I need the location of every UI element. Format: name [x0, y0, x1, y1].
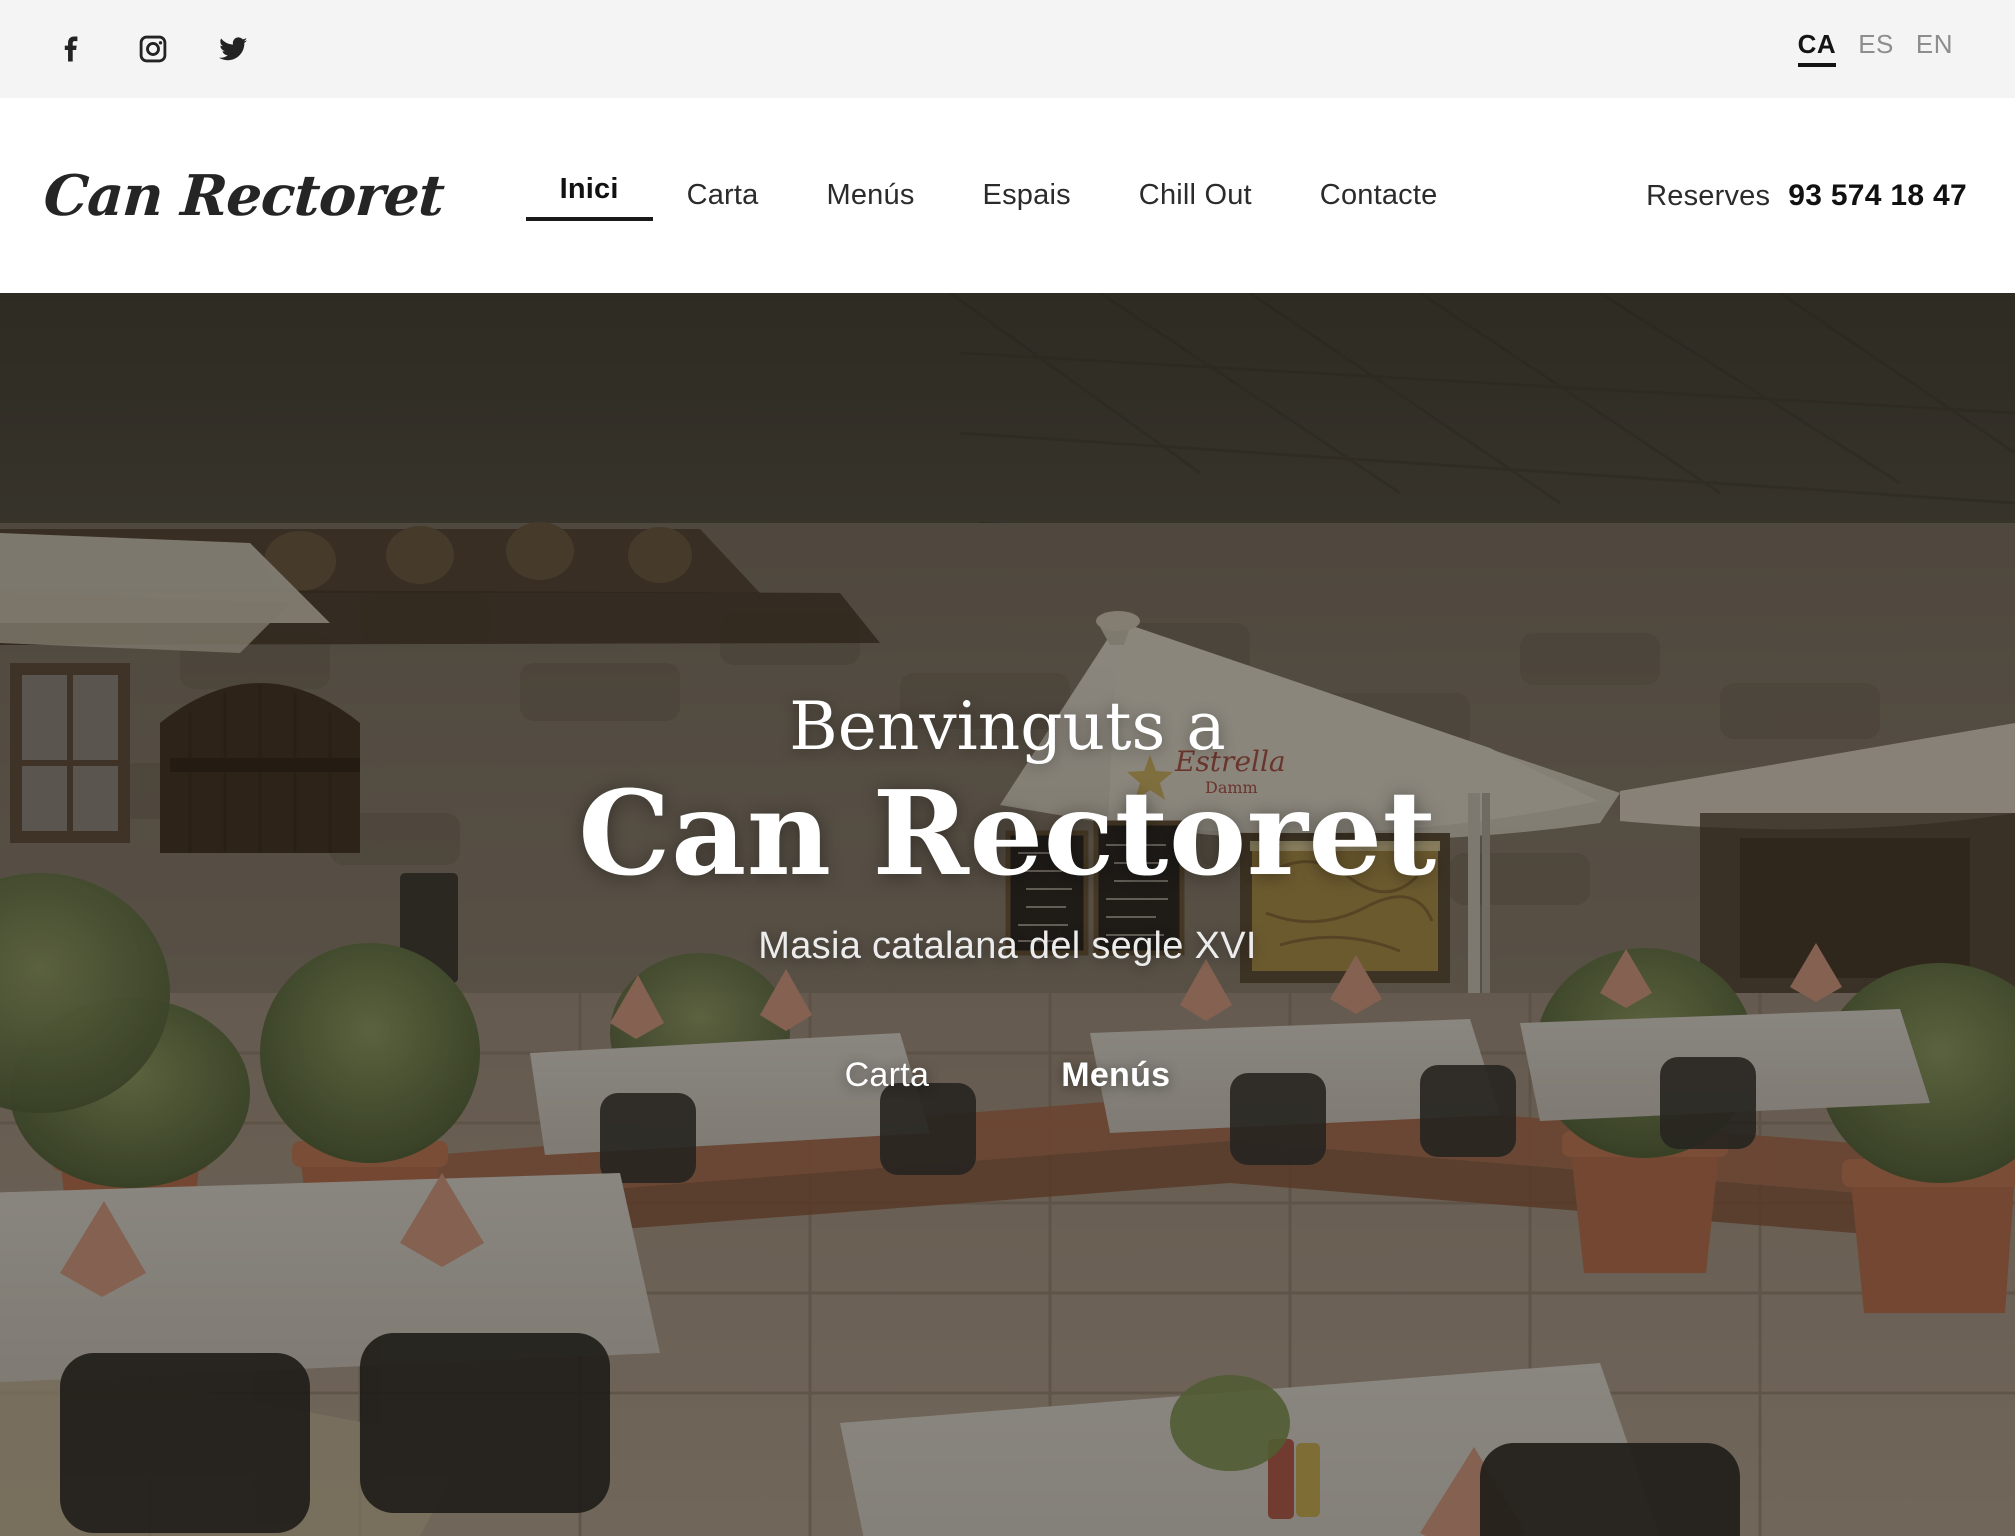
hero-subtitle: Masia catalana del segle XVI — [758, 925, 1257, 968]
site-header: Can Rectoret Inici Carta Menús Espais Ch… — [0, 98, 2015, 293]
nav-item-chill-out[interactable]: Chill Out — [1105, 176, 1286, 215]
nav-item-espais[interactable]: Espais — [949, 176, 1105, 215]
social-links — [52, 28, 254, 70]
lang-es[interactable]: ES — [1858, 31, 1894, 63]
top-utility-bar: CA ES EN — [0, 0, 2015, 98]
reservations-label: Reserves — [1646, 179, 1771, 212]
hero-title: Can Rectoret — [578, 765, 1437, 902]
nav-item-menus[interactable]: Menús — [793, 176, 949, 215]
site-logo[interactable]: Can Rectoret — [42, 163, 446, 229]
hero-cta-group: Carta Menús — [845, 1056, 1171, 1095]
hero-cta-carta[interactable]: Carta — [845, 1056, 930, 1095]
hero-cta-menus[interactable]: Menús — [1061, 1056, 1170, 1095]
nav-item-inici[interactable]: Inici — [525, 170, 653, 222]
facebook-icon[interactable] — [52, 28, 94, 70]
lang-ca[interactable]: CA — [1797, 31, 1837, 67]
hero-section: Estrella Damm Estrella Damm — [0, 293, 2015, 1536]
reservations-phone[interactable]: 93 574 18 47 — [1788, 179, 1967, 213]
twitter-icon[interactable] — [212, 28, 254, 70]
nav-item-contacte[interactable]: Contacte — [1286, 176, 1472, 215]
reservations-block: Reserves 93 574 18 47 — [1646, 179, 1967, 213]
language-switcher: CA ES EN — [1797, 31, 1953, 67]
lang-en[interactable]: EN — [1916, 31, 1953, 63]
instagram-icon[interactable] — [132, 28, 174, 70]
main-navigation: Inici Carta Menús Espais Chill Out Conta… — [525, 170, 1472, 222]
hero-content: Benvinguts a Can Rectoret Masia catalana… — [0, 293, 2015, 1536]
nav-item-carta[interactable]: Carta — [653, 176, 793, 215]
hero-welcome-text: Benvinguts a — [789, 687, 1226, 765]
